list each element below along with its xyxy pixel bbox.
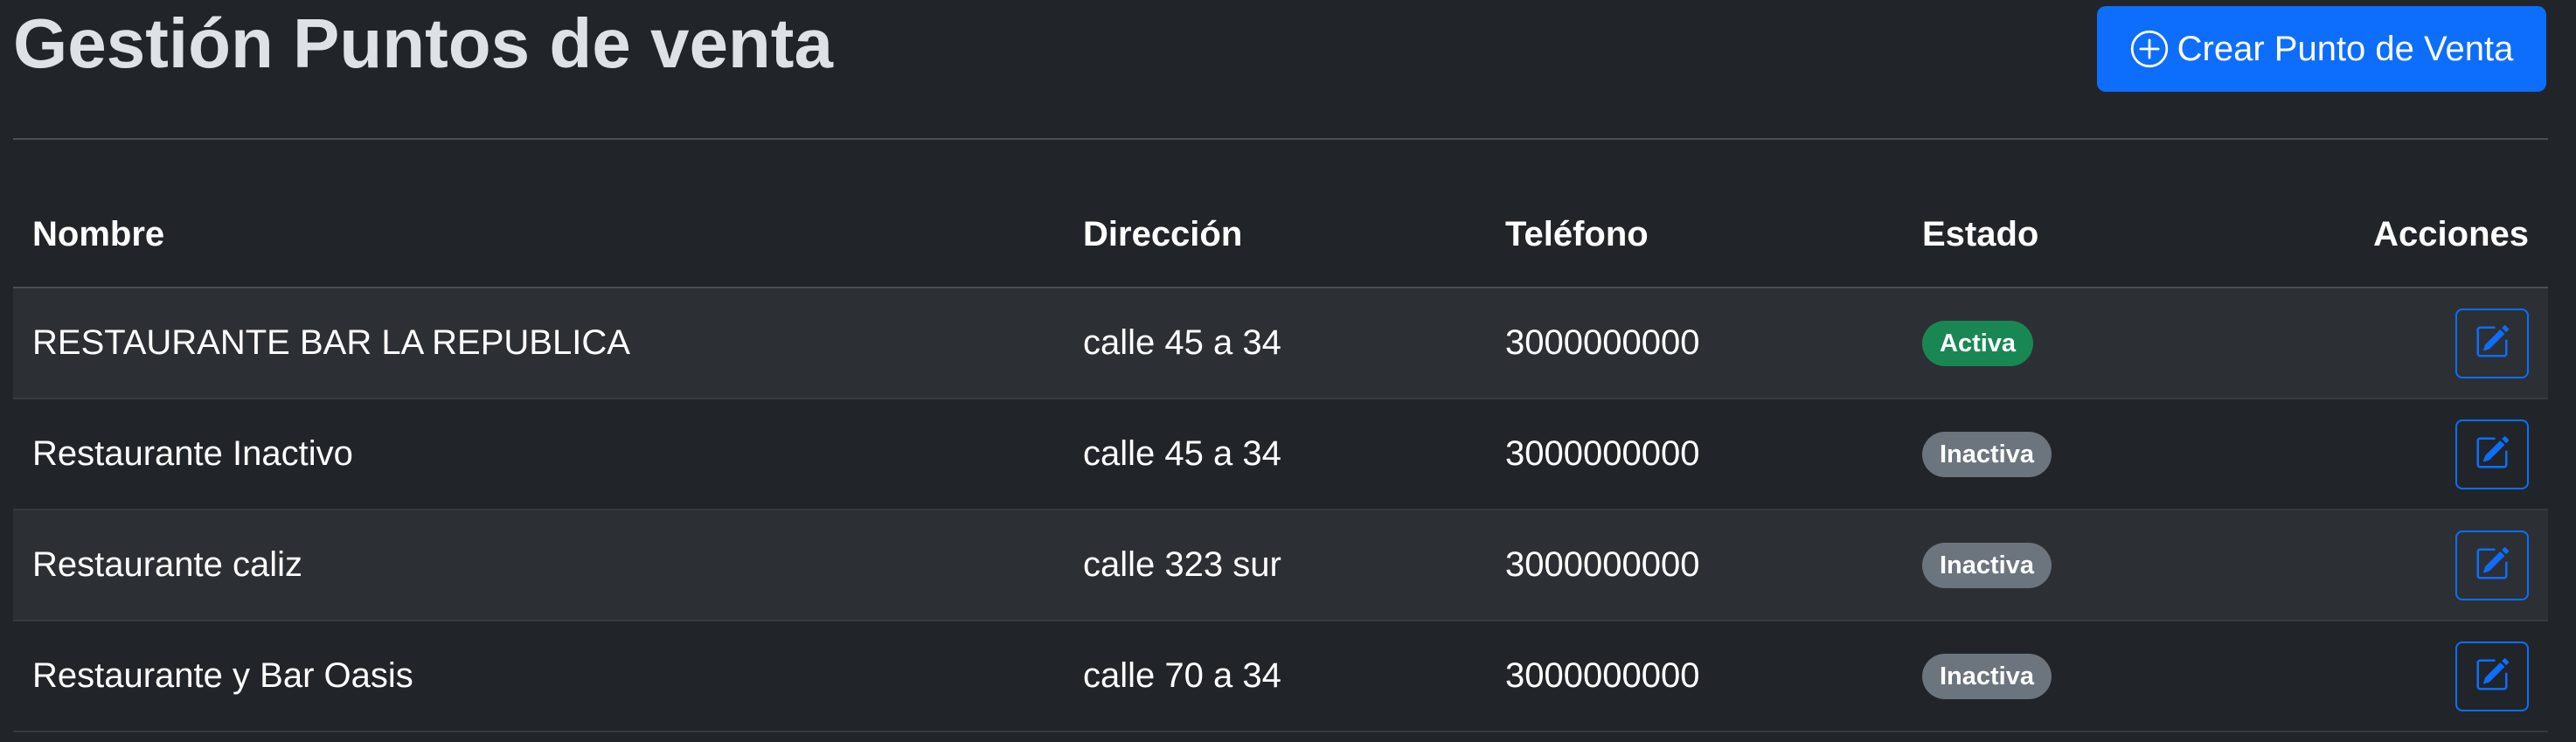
table-row: Restaurante caliz calle 323 sur 3000000000… [13, 510, 2548, 621]
column-header-estado: Estado [1922, 214, 2039, 253]
cell-telefono: 3000000000 [1505, 656, 1700, 695]
cell-direccion: calle 45 a 34 [1083, 323, 1281, 362]
cell-acciones [2455, 621, 2529, 731]
cell-direccion: calle 45 a 34 [1083, 434, 1281, 473]
table-body: RESTAURANTE BAR LA REPUBLICA calle 45 a 3… [13, 288, 2548, 732]
edit-button[interactable] [2455, 530, 2529, 600]
page-title: Gestión Puntos de venta [13, 4, 833, 82]
table-row: Restaurante y Bar Oasis calle 70 a 34 3000… [13, 621, 2548, 732]
status-badge: Activa [1922, 320, 2034, 366]
status-badge: Inactiva [1922, 653, 2052, 699]
edit-button[interactable] [2455, 641, 2529, 711]
cell-estado: Inactiva [1922, 510, 2052, 620]
cell-nombre: RESTAURANTE BAR LA REPUBLICA [32, 323, 630, 362]
cell-telefono: 3000000000 [1505, 434, 1700, 473]
page-header: Gestión Puntos de venta Crear Punto de V… [13, 0, 2548, 140]
cell-direccion: calle 323 sur [1083, 545, 1281, 584]
cell-direccion: calle 70 a 34 [1083, 656, 1281, 695]
status-badge: Inactiva [1922, 431, 2052, 477]
cell-telefono: 3000000000 [1505, 545, 1700, 584]
edit-icon [2475, 546, 2510, 584]
cell-telefono: 3000000000 [1505, 323, 1700, 362]
table-header-row: Nombre Dirección Teléfono Estado Accione… [13, 182, 2548, 288]
edit-icon [2475, 435, 2510, 473]
create-point-of-sale-button[interactable]: Crear Punto de Venta [2097, 6, 2546, 92]
edit-button[interactable] [2455, 308, 2529, 378]
table-row: Restaurante Inactivo calle 45 a 34 3000000… [13, 399, 2548, 510]
plus-circle-icon [2130, 30, 2169, 68]
edit-button[interactable] [2455, 419, 2529, 489]
table-row: RESTAURANTE BAR LA REPUBLICA calle 45 a 3… [13, 288, 2548, 399]
cell-nombre: Restaurante y Bar Oasis [32, 656, 413, 695]
cell-estado: Inactiva [1922, 621, 2052, 731]
cell-acciones [2455, 399, 2529, 509]
page: Gestión Puntos de venta Crear Punto de V… [0, 0, 2576, 742]
column-header-direccion: Dirección [1083, 214, 1243, 253]
cell-nombre: Restaurante Inactivo [32, 434, 353, 473]
cell-acciones [2455, 288, 2529, 398]
points-of-sale-table: Nombre Dirección Teléfono Estado Accione… [13, 182, 2548, 732]
cell-nombre: Restaurante caliz [32, 545, 303, 584]
column-header-acciones: Acciones [2373, 214, 2529, 253]
cell-estado: Activa [1922, 288, 2034, 398]
column-header-nombre: Nombre [32, 214, 165, 253]
edit-icon [2475, 657, 2510, 695]
column-header-telefono: Teléfono [1505, 214, 1649, 253]
cell-acciones [2455, 510, 2529, 620]
create-button-label: Crear Punto de Venta [2177, 29, 2514, 68]
status-badge: Inactiva [1922, 542, 2052, 588]
edit-icon [2475, 324, 2510, 362]
cell-estado: Inactiva [1922, 399, 2052, 509]
